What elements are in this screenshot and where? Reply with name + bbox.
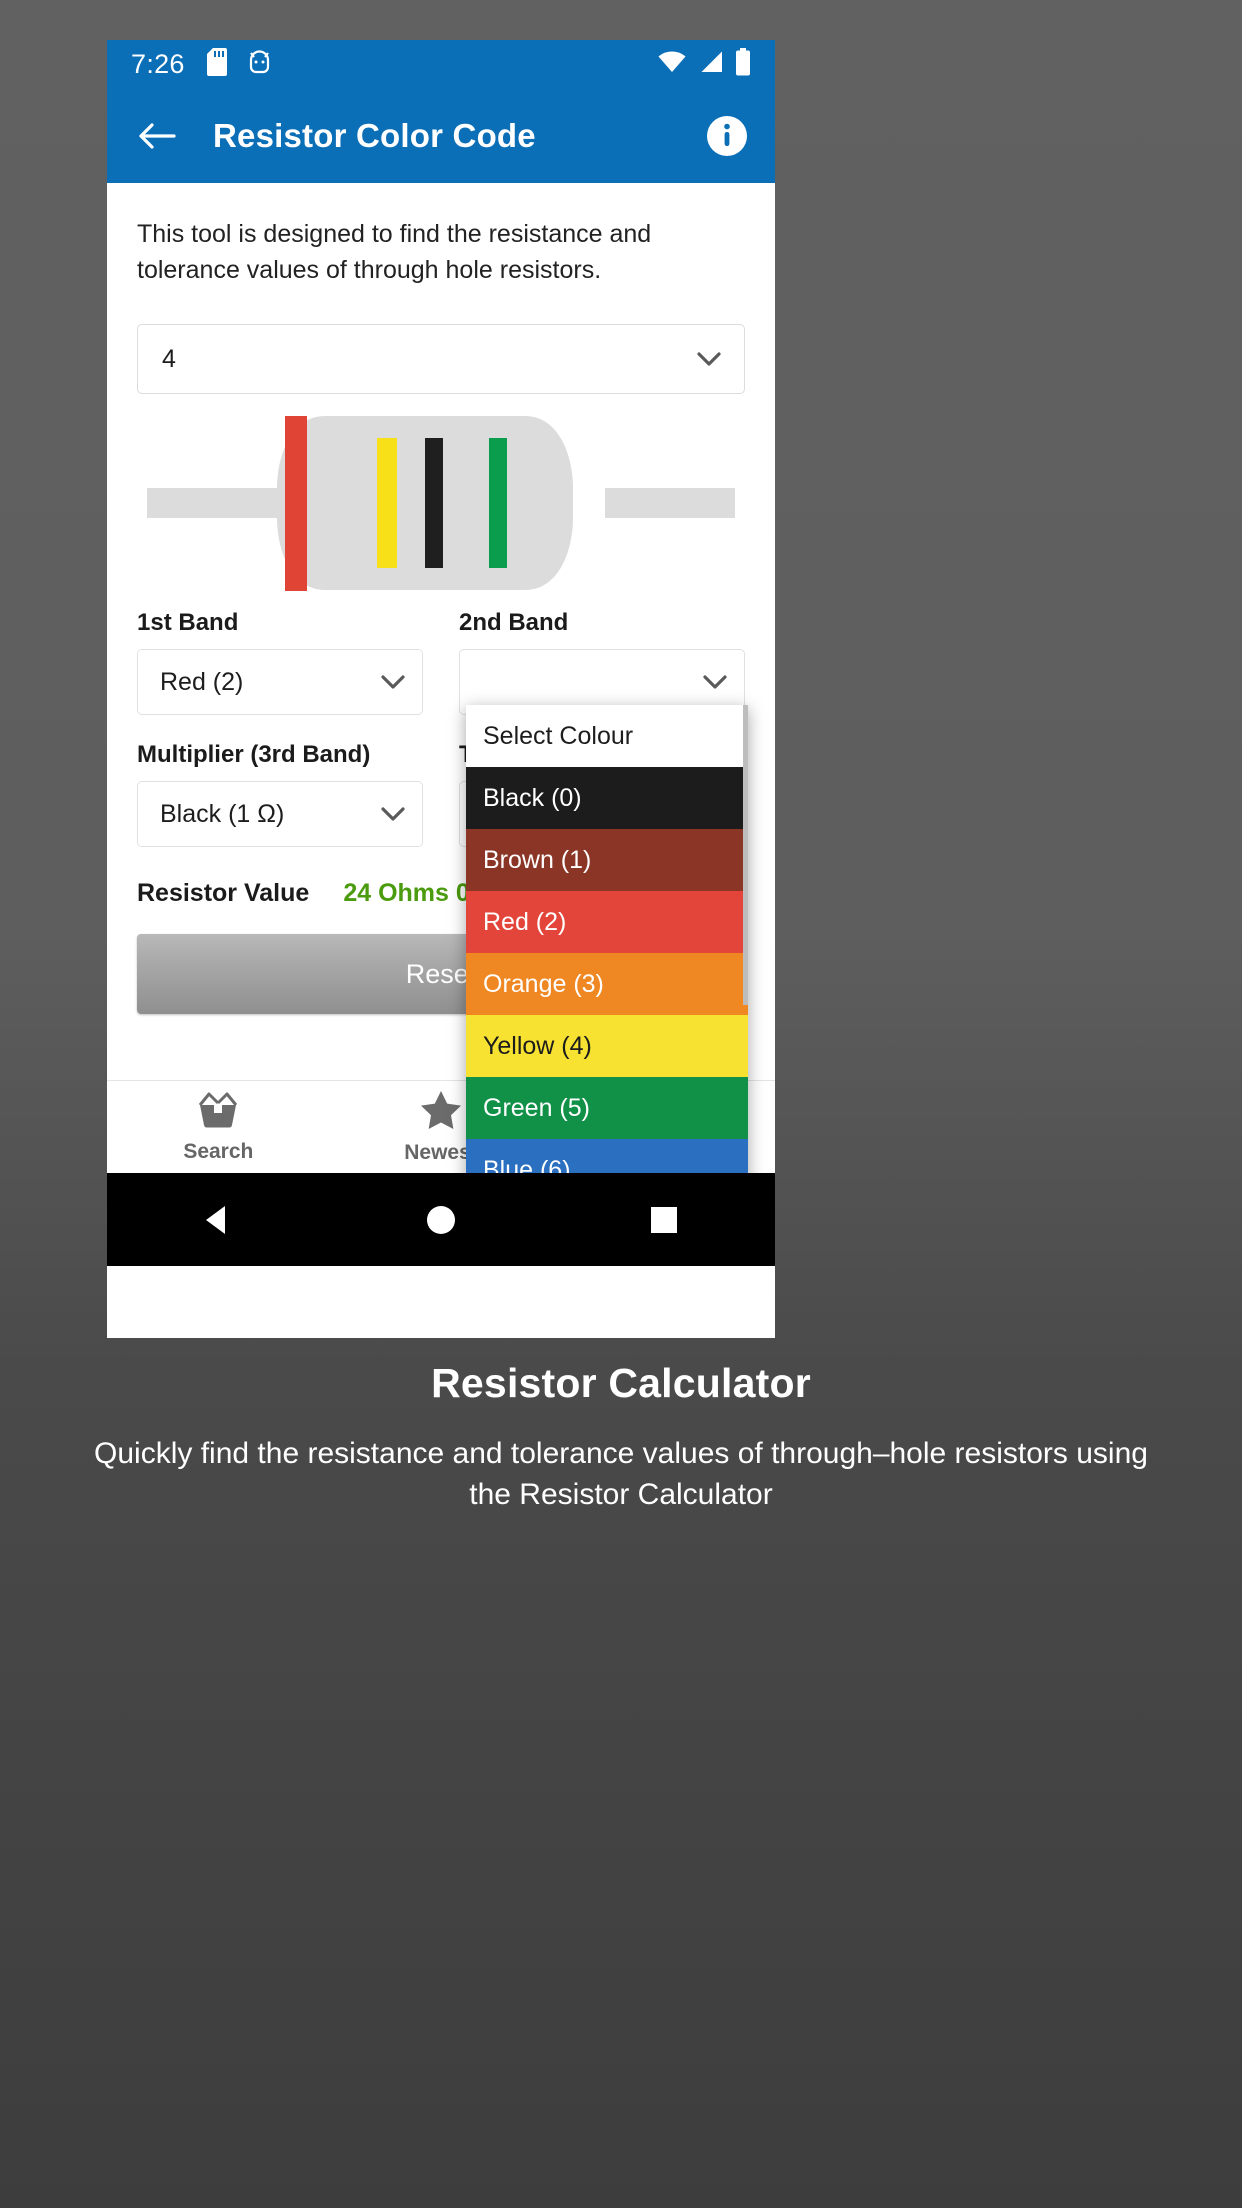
status-icons-left [206, 47, 272, 81]
dropdown-item-red[interactable]: Red (2) [466, 891, 748, 953]
tool-description: This tool is designed to find the resist… [137, 220, 652, 284]
android-navigation-bar [107, 1173, 775, 1266]
main-content: This tool is designed to find the resist… [107, 183, 775, 1173]
resistor-lead-left [147, 488, 277, 518]
android-back-button[interactable] [188, 1190, 248, 1250]
battery-icon [735, 47, 751, 81]
back-button[interactable] [131, 110, 183, 162]
resistor-lead-right [605, 488, 735, 518]
band-value-1: Red (2) [160, 667, 244, 696]
nav-item-search[interactable]: Search [107, 1081, 330, 1173]
chevron-down-icon [700, 667, 730, 697]
android-recents-button[interactable] [634, 1190, 694, 1250]
band-select-1[interactable]: Red (2) [137, 649, 423, 715]
chevron-down-icon [378, 799, 408, 829]
circle-home-icon [426, 1205, 455, 1234]
band-count-value: 4 [162, 344, 176, 373]
open-box-icon [196, 1091, 240, 1134]
band-label-2: 2nd Band [459, 609, 569, 636]
wifi-icon [657, 50, 687, 79]
dropdown-item-green[interactable]: Green (5) [466, 1077, 748, 1139]
android-debug-icon [247, 48, 272, 81]
android-home-button[interactable] [411, 1190, 471, 1250]
page-title: Resistor Color Code [213, 116, 536, 154]
sdcard-icon [206, 47, 231, 81]
status-bar: 7:26 [107, 40, 775, 88]
band-select-3[interactable]: Black (1 Ω) [137, 781, 423, 847]
band-count-select[interactable]: 4 [137, 324, 745, 394]
app-bar: Resistor Color Code [107, 88, 775, 183]
status-icons-right [657, 47, 751, 81]
triangle-back-icon [206, 1205, 226, 1234]
chevron-down-icon [378, 667, 408, 697]
caption-title: Resistor Calculator [431, 1360, 811, 1406]
caption-subtitle: Quickly find the resistance and toleranc… [94, 1437, 1148, 1512]
promo-caption: Resistor Calculator Quickly find the res… [0, 1360, 1242, 1516]
resistor-value-label: Resistor Value [137, 879, 310, 907]
dropdown-item-brown[interactable]: Brown (1) [466, 829, 748, 891]
band-label-1: 1st Band [137, 609, 239, 636]
dropdown-item-blue[interactable]: Blue (6) [466, 1139, 748, 1173]
colour-select-dropdown[interactable]: Select Colour Black (0) Brown (1) Red (2… [466, 705, 748, 1173]
nav-label-search: Search [183, 1139, 254, 1163]
resistor-band-2 [377, 438, 397, 568]
square-recents-icon [650, 1206, 677, 1233]
band-value-3: Black (1 Ω) [160, 799, 285, 828]
signal-icon [698, 50, 724, 79]
dropdown-item-black[interactable]: Black (0) [466, 767, 748, 829]
resistor-graphic [107, 416, 775, 591]
arrow-left-icon [139, 122, 176, 149]
star-icon [420, 1090, 462, 1135]
dropdown-header: Select Colour [466, 705, 748, 767]
resistor-band-1 [285, 416, 307, 591]
info-icon [707, 115, 747, 156]
band-field-1: 1st Band Red (2) [137, 609, 423, 741]
chevron-down-icon [694, 344, 724, 374]
dropdown-scrollbar[interactable] [743, 705, 748, 1005]
band-field-3: Multiplier (3rd Band) Black (1 Ω) [137, 741, 423, 873]
info-button[interactable] [703, 112, 751, 160]
dropdown-item-orange[interactable]: Orange (3) [466, 953, 748, 1015]
status-clock: 7:26 [131, 48, 185, 79]
dropdown-item-yellow[interactable]: Yellow (4) [466, 1015, 748, 1077]
phone-screenshot-frame: 7:26 Resistor Color Code This tool is de… [107, 40, 775, 1338]
resistor-band-3 [425, 438, 443, 568]
band-label-3: Multiplier (3rd Band) [137, 741, 371, 768]
resistor-band-4 [489, 438, 507, 568]
